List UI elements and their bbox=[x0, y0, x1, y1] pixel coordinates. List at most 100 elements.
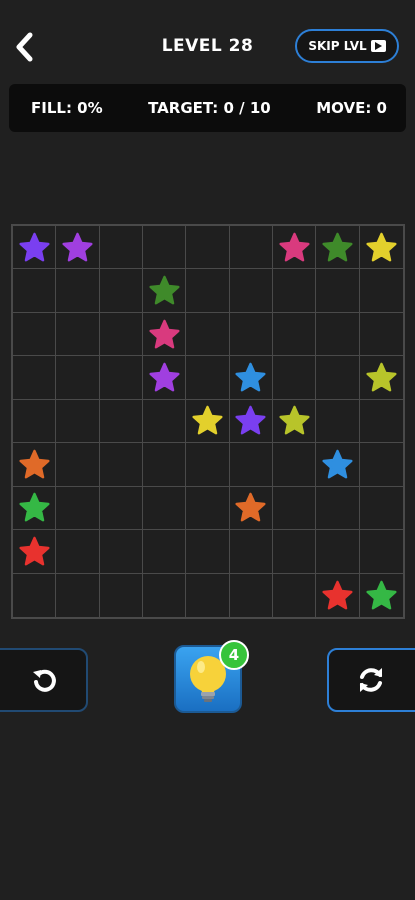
board-cell[interactable] bbox=[229, 226, 273, 270]
star-icon bbox=[235, 493, 266, 522]
board-cell[interactable] bbox=[272, 399, 317, 444]
board-cell[interactable] bbox=[56, 312, 100, 357]
skip-level-button[interactable]: SKIP LVL bbox=[295, 29, 399, 63]
board-cell[interactable] bbox=[13, 573, 57, 617]
board-cell[interactable] bbox=[186, 399, 230, 444]
board-cell[interactable] bbox=[186, 443, 230, 487]
board-cell[interactable] bbox=[359, 356, 403, 400]
board-cell[interactable] bbox=[272, 356, 317, 400]
board-cell[interactable] bbox=[229, 443, 273, 487]
board-cell[interactable] bbox=[13, 269, 57, 313]
board-cell[interactable] bbox=[229, 530, 273, 574]
board-cell[interactable] bbox=[56, 530, 100, 574]
board-cell[interactable] bbox=[142, 312, 187, 357]
board-cell[interactable] bbox=[142, 356, 187, 400]
board-cell[interactable] bbox=[359, 443, 403, 487]
board-cell[interactable] bbox=[316, 269, 360, 313]
board-cell[interactable] bbox=[13, 226, 57, 270]
board-cell[interactable] bbox=[186, 573, 230, 617]
board-cell[interactable] bbox=[316, 573, 360, 617]
board-cell[interactable] bbox=[316, 226, 360, 270]
board-cell[interactable] bbox=[272, 226, 317, 270]
star-icon bbox=[149, 362, 180, 392]
board-cell[interactable] bbox=[142, 269, 187, 313]
board-cell[interactable] bbox=[186, 226, 230, 270]
board-cell[interactable] bbox=[99, 443, 143, 487]
board-cell[interactable] bbox=[316, 356, 360, 400]
board-cell[interactable] bbox=[13, 443, 57, 487]
board-cell[interactable] bbox=[56, 443, 100, 487]
board-cell[interactable] bbox=[99, 269, 143, 313]
board-cell[interactable] bbox=[229, 486, 273, 531]
board-cell[interactable] bbox=[229, 269, 273, 313]
board-cell[interactable] bbox=[359, 269, 403, 313]
board-cell[interactable] bbox=[272, 312, 317, 357]
stats-bar: FILL: 0% TARGET: 0 / 10 MOVE: 0 bbox=[9, 84, 406, 132]
board-cell[interactable] bbox=[142, 443, 187, 487]
board-cell[interactable] bbox=[99, 356, 143, 400]
board-cell[interactable] bbox=[13, 486, 57, 531]
board-cell[interactable] bbox=[56, 356, 100, 400]
board-cell[interactable] bbox=[272, 486, 317, 531]
skip-level-label: SKIP LVL bbox=[308, 39, 367, 53]
board-cell[interactable] bbox=[229, 399, 273, 444]
board-cell[interactable] bbox=[99, 530, 143, 574]
restart-button[interactable] bbox=[327, 648, 415, 712]
play-icon bbox=[370, 40, 386, 52]
board-cell[interactable] bbox=[360, 574, 403, 617]
star-icon bbox=[366, 232, 397, 262]
star-icon bbox=[322, 580, 353, 610]
board-cell[interactable] bbox=[56, 486, 100, 531]
board-cell[interactable] bbox=[359, 530, 403, 574]
hint-count-badge: 4 bbox=[219, 640, 249, 670]
board-cell[interactable] bbox=[186, 269, 230, 313]
star-icon bbox=[235, 362, 266, 392]
board-cell[interactable] bbox=[142, 399, 187, 444]
undo-button[interactable] bbox=[0, 648, 88, 712]
game-board[interactable] bbox=[11, 224, 405, 619]
star-icon bbox=[192, 406, 223, 435]
board-cell[interactable] bbox=[359, 313, 403, 357]
board-cell[interactable] bbox=[272, 269, 317, 313]
board-cell[interactable] bbox=[229, 312, 273, 357]
target-stat: TARGET: 0 / 10 bbox=[148, 99, 271, 117]
board-cell[interactable] bbox=[56, 399, 100, 444]
board-cell[interactable] bbox=[99, 226, 143, 270]
board-cell[interactable] bbox=[142, 530, 187, 574]
board-cell[interactable] bbox=[13, 356, 57, 400]
board-cell[interactable] bbox=[13, 530, 57, 574]
board-cell[interactable] bbox=[143, 573, 187, 617]
board-cell[interactable] bbox=[99, 486, 143, 531]
board-cell[interactable] bbox=[316, 312, 360, 357]
board-cell[interactable] bbox=[186, 312, 230, 357]
star-icon bbox=[62, 232, 93, 262]
board-cell[interactable] bbox=[186, 486, 230, 531]
board-cell[interactable] bbox=[13, 312, 57, 357]
board-cell[interactable] bbox=[273, 573, 317, 617]
board-cell[interactable] bbox=[56, 226, 100, 270]
board-cell[interactable] bbox=[100, 573, 143, 617]
board-cell[interactable] bbox=[56, 573, 100, 617]
board-cell[interactable] bbox=[359, 226, 403, 270]
board-cell[interactable] bbox=[186, 356, 230, 400]
board-cell[interactable] bbox=[316, 399, 360, 444]
board-cell[interactable] bbox=[99, 399, 143, 444]
board-cell[interactable] bbox=[359, 487, 403, 531]
board-cell[interactable] bbox=[56, 269, 100, 313]
board-cell[interactable] bbox=[99, 312, 143, 357]
board-cell[interactable] bbox=[13, 399, 57, 444]
board-cell[interactable] bbox=[316, 530, 360, 574]
board-cell[interactable] bbox=[316, 443, 360, 487]
board-cell[interactable] bbox=[359, 400, 403, 444]
board-cell[interactable] bbox=[272, 530, 317, 574]
board-cell[interactable] bbox=[316, 486, 360, 531]
star-icon bbox=[19, 536, 50, 566]
board-cell[interactable] bbox=[142, 486, 187, 531]
board-cell[interactable] bbox=[142, 226, 187, 270]
star-icon bbox=[235, 406, 266, 435]
board-cell[interactable] bbox=[186, 530, 230, 574]
star-icon bbox=[19, 493, 50, 522]
board-cell[interactable] bbox=[272, 443, 317, 487]
board-cell[interactable] bbox=[229, 356, 273, 400]
board-cell[interactable] bbox=[230, 573, 273, 617]
